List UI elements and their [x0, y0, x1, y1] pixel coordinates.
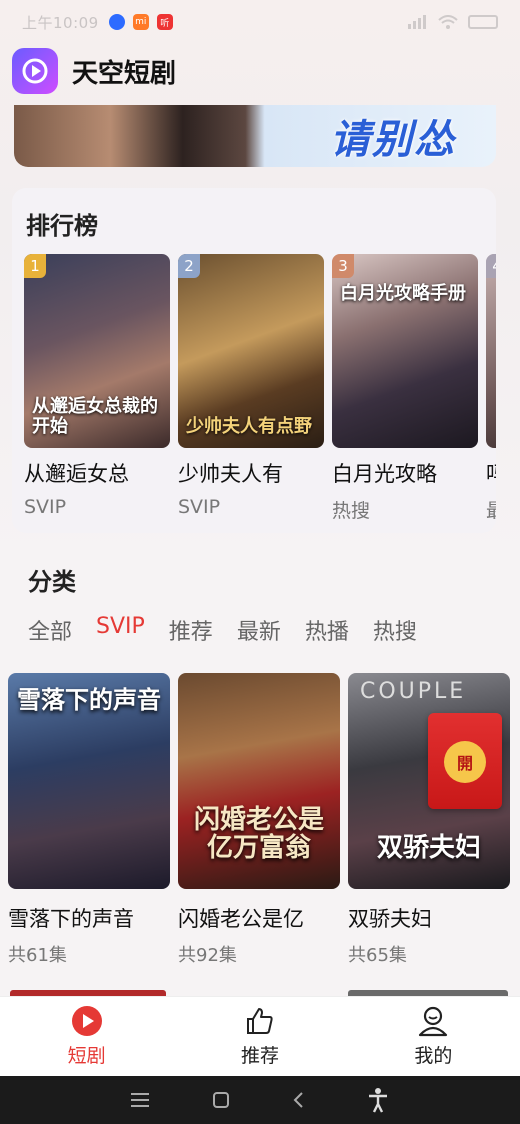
grid-item[interactable]: 雪落下的声音 雪落下的声音 共61集 — [8, 673, 170, 967]
drama-poster[interactable]: 3 白月光攻略手册 — [332, 254, 478, 448]
notification-icon — [108, 14, 125, 30]
drama-poster[interactable]: 1 从邂逅女总裁的开始 — [24, 254, 170, 448]
app-title: 天空短剧 — [72, 58, 177, 89]
drama-title: 从邂逅女总 — [24, 462, 129, 486]
drama-poster[interactable]: COUPLE 双骄夫妇 開 — [348, 673, 510, 889]
drama-tag: 最 — [486, 500, 496, 522]
category-tab-latest[interactable]: 最新 — [237, 614, 281, 646]
battery-icon — [468, 15, 498, 29]
poster-caption: 双骄夫妇 — [376, 833, 481, 864]
category-tab-all[interactable]: 全部 — [28, 614, 72, 646]
app-logo-icon — [12, 48, 58, 94]
nav-item-shorts[interactable]: 短剧 — [0, 997, 173, 1076]
nav-label: 推荐 — [240, 1045, 279, 1067]
listen-app-icon: 听 — [156, 14, 173, 30]
play-icon — [71, 1006, 102, 1036]
rank-badge: 4 — [486, 254, 496, 278]
drama-grid: 雪落下的声音 雪落下的声音 共61集 闪婚老公是亿万富翁 闪婚老公是亿 共92集… — [8, 673, 510, 967]
home-icon[interactable] — [212, 1091, 230, 1109]
nav-label: 短剧 — [67, 1045, 106, 1067]
drama-tag: 热搜 — [332, 500, 371, 522]
ranking-title: 排行榜 — [26, 212, 98, 240]
drama-poster[interactable]: 2 少帅夫人有点野 — [178, 254, 324, 448]
drama-title: 少帅夫人有 — [178, 462, 283, 486]
category-tab-trending[interactable]: 热搜 — [373, 614, 417, 646]
poster-top-text: COUPLE — [360, 679, 467, 704]
drama-tag: SVIP — [24, 496, 67, 518]
status-bar: 上午10:09 mi 听 — [0, 0, 520, 44]
ranking-section: 排行榜 1 从邂逅女总裁的开始 从邂逅女总 SVIP 2 少帅夫人有点野 少帅夫… — [12, 188, 496, 533]
drama-poster[interactable]: 闪婚老公是亿万富翁 — [178, 673, 340, 889]
signal-icon — [408, 15, 426, 29]
accessibility-icon[interactable] — [367, 1087, 389, 1113]
episode-count: 共65集 — [348, 945, 407, 966]
category-tab-hot[interactable]: 热播 — [305, 614, 349, 646]
episode-count: 共92集 — [178, 945, 237, 966]
app-header: 天空短剧 — [12, 48, 176, 94]
nav-item-recommend[interactable]: 推荐 — [173, 997, 346, 1076]
drama-title: 白月光攻略 — [332, 462, 437, 486]
wifi-icon — [438, 15, 458, 29]
poster-caption: 白月光攻略手册 — [340, 283, 466, 304]
status-time: 上午10:09 — [22, 13, 99, 32]
poster-caption: 少帅夫人有点野 — [186, 416, 312, 438]
rank-badge: 1 — [24, 254, 46, 278]
ranking-item[interactable]: 3 白月光攻略手册 白月光攻略 热搜 — [332, 254, 478, 523]
drama-title: 闪婚老公是亿 — [178, 907, 304, 931]
back-icon[interactable] — [292, 1091, 304, 1109]
drama-title: 双骄夫妇 — [348, 907, 432, 931]
nav-label: 我的 — [414, 1045, 453, 1067]
poster-caption: 雪落下的声音 — [17, 686, 161, 714]
system-nav-bar — [0, 1076, 520, 1124]
menu-icon[interactable] — [131, 1093, 150, 1107]
category-tab-recommend[interactable]: 推荐 — [169, 614, 213, 646]
episode-count: 共61集 — [8, 945, 67, 966]
mi-app-icon: mi — [132, 14, 149, 30]
red-packet-button[interactable]: 開 — [428, 713, 502, 809]
grid-item[interactable]: COUPLE 双骄夫妇 開 双骄夫妇 共65集 — [348, 673, 510, 967]
banner-text: 请别怂 — [330, 117, 456, 163]
ranking-item[interactable]: 1 从邂逅女总裁的开始 从邂逅女总 SVIP — [24, 254, 170, 523]
ranking-item[interactable]: 4 吗 最 — [486, 254, 496, 523]
bottom-nav: 短剧 推荐 我的 — [0, 996, 520, 1076]
category-tab-svip[interactable]: SVIP — [96, 614, 145, 646]
ranking-list[interactable]: 1 从邂逅女总裁的开始 从邂逅女总 SVIP 2 少帅夫人有点野 少帅夫人有 S… — [24, 254, 496, 523]
thumbs-up-icon — [246, 1008, 273, 1034]
category-title: 分类 — [28, 568, 76, 596]
drama-title: 吗 — [486, 458, 496, 488]
drama-tag: SVIP — [178, 496, 221, 518]
ranking-item[interactable]: 2 少帅夫人有点野 少帅夫人有 SVIP — [178, 254, 324, 523]
nav-item-profile[interactable]: 我的 — [347, 997, 520, 1076]
category-tabs: 全部 SVIP 推荐 最新 热播 热搜 — [28, 614, 417, 646]
banner[interactable]: 请别怂 — [14, 105, 496, 167]
user-icon — [419, 1006, 448, 1037]
drama-poster[interactable]: 4 — [486, 254, 496, 448]
red-packet-coin: 開 — [444, 741, 486, 783]
poster-caption: 闪婚老公是亿万富翁 — [193, 804, 324, 864]
rank-badge: 2 — [178, 254, 200, 278]
drama-poster[interactable]: 雪落下的声音 — [8, 673, 170, 889]
grid-item[interactable]: 闪婚老公是亿万富翁 闪婚老公是亿 共92集 — [178, 673, 340, 967]
drama-title: 雪落下的声音 — [8, 907, 134, 931]
rank-badge: 3 — [332, 254, 354, 278]
poster-caption: 从邂逅女总裁的开始 — [32, 395, 158, 438]
